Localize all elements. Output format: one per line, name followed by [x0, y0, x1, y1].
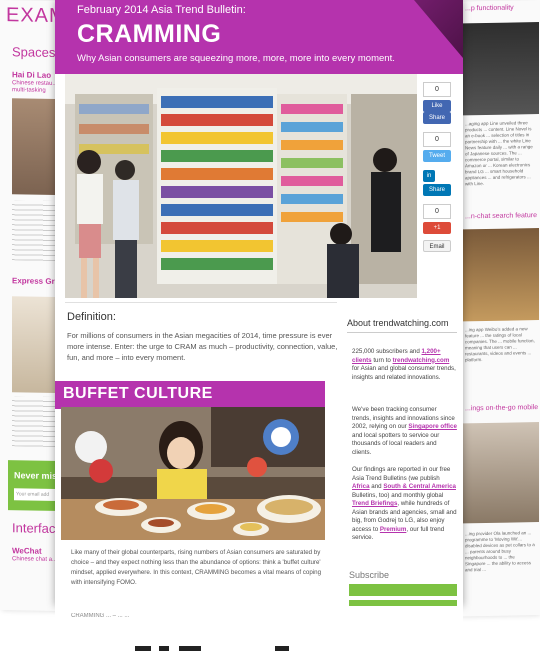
- screenshot-stage: EXAMP Spaces Hai Di Lao Chinese restau..…: [0, 0, 540, 651]
- bottom-mark-4: [275, 646, 289, 651]
- singapore-office-link[interactable]: Singapore office: [408, 423, 456, 430]
- trendwatching-link[interactable]: trendwatching.com: [393, 357, 450, 364]
- bulletin-title: CRAMMING: [77, 20, 222, 48]
- about-p2-text-b: and local spotters to service our thousa…: [352, 431, 440, 456]
- hero-store-photo: [65, 74, 417, 298]
- left-thumbnail-1: [12, 98, 56, 195]
- about-p1-text-a: 225,000 subscribers and: [352, 348, 422, 355]
- about-paragraph-1: 225,000 subscribers and 1,200+ clients t…: [352, 348, 457, 382]
- buffet-culture-banner: BUFFET CULTURE: [55, 381, 325, 409]
- about-paragraph-2: We've been tracking consumer trends, ins…: [352, 406, 457, 457]
- buffet-photo: [61, 407, 325, 540]
- right-phone-image-1: [463, 22, 539, 116]
- google-plus-button[interactable]: +1: [423, 222, 451, 234]
- right-text-1: ...aging app Line unveiled three product…: [465, 120, 533, 187]
- bottom-mark-2: [159, 646, 169, 651]
- right-heading-3: ...ings on-the-go mobile: [465, 404, 539, 413]
- subscribe-bar-1[interactable]: [349, 584, 457, 596]
- about-sidebar: About trendwatching.com 225,000 subscrib…: [347, 318, 457, 541]
- tweet-count: 0: [423, 132, 451, 147]
- buffet-culture-text: Like many of their global counterparts, …: [71, 549, 322, 586]
- bulletin-main-page: February 2014 Asia Trend Bulletin: CRAMM…: [55, 0, 463, 606]
- facebook-share-button[interactable]: Share: [423, 112, 451, 124]
- trend-briefings-link[interactable]: Trend Briefings: [352, 500, 397, 507]
- right-phone-image-2: [463, 228, 539, 322]
- about-paragraph-3: Our findings are reported in our free As…: [352, 466, 457, 543]
- right-text-2: ...ing app Weibo's added a new feature .…: [465, 326, 535, 363]
- definition-heading: Definition:: [67, 311, 116, 323]
- left-item3-title: WeChat: [12, 546, 42, 556]
- about-p3-text-b: and: [369, 483, 384, 490]
- subscribe-heading: Subscribe: [349, 570, 390, 580]
- about-p1-text-c: for Asian and global consumer trends, in…: [352, 365, 456, 381]
- right-text-3: ...ing provider Ola launched an ... prog…: [465, 530, 535, 573]
- bottom-mark-1: [135, 646, 151, 651]
- left-section-spaces: Spaces: [12, 44, 56, 60]
- bulletin-kicker: February 2014 Asia Trend Bulletin:: [77, 4, 246, 16]
- tweet-button[interactable]: Tweet: [423, 150, 451, 162]
- bottom-continuation-text: CRAMMING ... – ... ...: [71, 613, 130, 619]
- right-dog-image: [463, 422, 539, 524]
- bottom-continuation-strip: CRAMMING ... – ... ...: [55, 606, 463, 651]
- definition-divider: [65, 302, 337, 303]
- like-count: 0: [423, 82, 451, 97]
- premium-link[interactable]: Premium: [380, 526, 406, 533]
- email-share-button[interactable]: Email: [423, 240, 451, 252]
- left-thumbnail-2: [12, 296, 56, 393]
- linkedin-icon[interactable]: in: [423, 170, 435, 182]
- africa-link[interactable]: Africa: [352, 483, 370, 490]
- buffet-culture-title: BUFFET CULTURE: [63, 385, 213, 402]
- about-p3-text-a: Our findings are reported in our free As…: [352, 466, 451, 482]
- south-central-america-link[interactable]: South & Central America: [383, 483, 456, 490]
- facebook-like-button[interactable]: Like: [423, 100, 451, 112]
- about-p1-text-b: turn to: [371, 356, 393, 364]
- header-fold-decoration: [414, 0, 463, 58]
- bottom-mark-3: [179, 646, 201, 651]
- about-heading: About trendwatching.com: [347, 318, 457, 333]
- bulletin-tagline: Why Asian consumers are squeezing more, …: [77, 53, 395, 64]
- plusone-count: 0: [423, 204, 451, 219]
- linkedin-share-button[interactable]: Share: [423, 184, 451, 196]
- about-p3-text-c: Bulletins, too) and monthly global: [352, 491, 444, 499]
- right-heading-1: ...p functionality: [465, 4, 514, 13]
- bulletin-header: February 2014 Asia Trend Bulletin: CRAMM…: [55, 0, 463, 74]
- definition-text: For millions of consumers in the Asian m…: [67, 331, 338, 362]
- left-item-title: Hai Di Lao: [12, 70, 52, 80]
- right-heading-2: ...n-chat search feature: [465, 212, 537, 221]
